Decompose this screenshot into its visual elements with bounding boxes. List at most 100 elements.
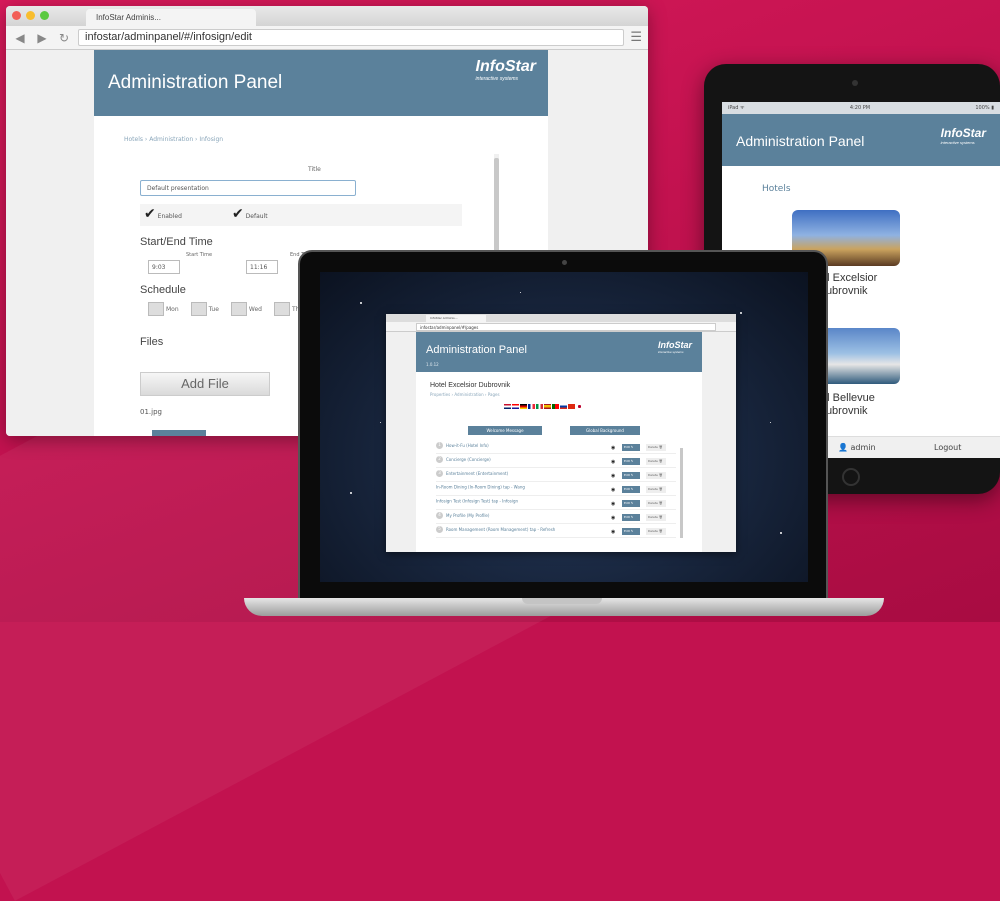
flag-jp-icon[interactable] — [576, 404, 583, 409]
default-label: Default — [245, 213, 268, 220]
day-checkbox[interactable] — [190, 302, 207, 316]
maximize-button[interactable] — [40, 11, 49, 20]
save-button[interactable] — [152, 430, 206, 436]
page-row[interactable]: 1 How-it-Fu (Hotel Info) ◉ Edit ✎ Delete … — [436, 442, 676, 454]
visibility-icon[interactable]: ◉ — [611, 501, 615, 507]
title-input[interactable]: Default presentation — [140, 180, 356, 196]
visibility-icon[interactable]: ◉ — [611, 459, 615, 465]
page-row[interactable]: 3 Entertainment (Entertainment) ◉ Edit ✎ … — [436, 470, 676, 482]
add-file-button[interactable]: Add File — [140, 372, 270, 396]
start-time-input[interactable]: 9:03 — [148, 260, 180, 274]
reload-icon[interactable]: ↻ — [56, 31, 72, 45]
browser-toolbar: ◀ ▶ ↻ infostar/adminpanel/#/infosign/edi… — [6, 26, 648, 50]
day-tue[interactable]: Tue — [190, 302, 219, 316]
enabled-label: Enabled — [157, 213, 182, 220]
day-mon[interactable]: Mon — [148, 302, 179, 316]
delete-button[interactable]: Delete 🗑 — [646, 444, 666, 451]
row-label[interactable]: Concierge (Concierge) — [446, 457, 491, 462]
flag-it-icon[interactable] — [536, 404, 543, 409]
files-heading: Files — [140, 336, 164, 348]
page-row[interactable]: 2 Concierge (Concierge) ◉ Edit ✎ Delete 🗑 — [436, 456, 676, 468]
visibility-icon[interactable]: ◉ — [611, 515, 615, 521]
flag-es-icon[interactable] — [544, 404, 551, 409]
delete-button[interactable]: Delete 🗑 — [646, 514, 666, 521]
page-title: Administration Panel — [108, 72, 283, 93]
close-button[interactable] — [12, 11, 21, 20]
back-arrow-icon[interactable]: ◀ — [12, 31, 28, 45]
browser-tab[interactable]: InfoStar Adminis... — [426, 315, 486, 322]
hotel-title: Hotel Excelsior Dubrovnik — [430, 382, 511, 389]
admin-link[interactable]: 👤 admin — [838, 443, 876, 452]
browser-tab[interactable]: InfoStar Adminis... — [86, 9, 256, 26]
row-label[interactable]: Room Management (Room Management) tap - … — [446, 527, 555, 532]
address-bar[interactable]: infostar/adminpanel/#/pages — [416, 323, 716, 331]
flag-fr-icon[interactable] — [528, 404, 535, 409]
address-bar[interactable]: infostar/adminpanel/#/infosign/edit — [78, 29, 625, 46]
breadcrumb[interactable]: Properties › Administration › Pages — [430, 392, 500, 397]
breadcrumb[interactable]: Hotels › Administration › Infosign — [124, 136, 223, 143]
status-battery: 100% ▮ — [975, 105, 994, 111]
row-label[interactable]: Entertainment (Entertainment) — [446, 471, 508, 476]
enabled-checkbox[interactable]: ✔ Enabled — [144, 206, 182, 222]
edit-button[interactable]: Edit ✎ — [622, 528, 640, 535]
laptop-screen: InfoStar Adminis... infostar/adminpanel/… — [320, 272, 808, 582]
end-time-input[interactable]: 11:16 — [246, 260, 278, 274]
day-checkbox[interactable] — [148, 302, 164, 316]
page-row[interactable]: Infosign Test (Infosign Test) tap - Info… — [436, 498, 676, 510]
scrollbar-thumb[interactable] — [494, 158, 499, 252]
edit-button[interactable]: Edit ✎ — [622, 444, 640, 451]
delete-button[interactable]: Delete 🗑 — [646, 458, 666, 465]
delete-button[interactable]: Delete 🗑 — [646, 472, 666, 479]
visibility-icon[interactable]: ◉ — [611, 487, 615, 493]
row-label[interactable]: In-Room Dining (In-Room Dining) tap - Wa… — [436, 485, 525, 490]
star — [780, 532, 782, 534]
edit-button[interactable]: Edit ✎ — [622, 458, 640, 465]
edit-button[interactable]: Edit ✎ — [622, 472, 640, 479]
menu-icon[interactable]: ☰ — [630, 30, 642, 45]
delete-button[interactable]: Delete 🗑 — [646, 486, 666, 493]
visibility-icon[interactable]: ◉ — [611, 529, 615, 535]
forward-arrow-icon[interactable]: ▶ — [34, 31, 50, 45]
edit-button[interactable]: Edit ✎ — [622, 486, 640, 493]
row-number: 1 — [436, 442, 443, 449]
day-wed[interactable]: Wed — [230, 302, 262, 316]
visibility-icon[interactable]: ◉ — [611, 473, 615, 479]
page-title: Administration Panel — [736, 133, 865, 149]
schedule-days: Mon Tue Wed Thu — [148, 302, 303, 316]
flag-uk-icon[interactable] — [504, 404, 511, 409]
scrollbar-thumb[interactable] — [680, 448, 683, 538]
edit-button[interactable]: Edit ✎ — [622, 514, 640, 521]
page-row[interactable]: 4 My Profile (My Profile) ◉ Edit ✎ Delete… — [436, 512, 676, 524]
visibility-icon[interactable]: ◉ — [611, 445, 615, 451]
laptop-device: InfoStar Adminis... infostar/adminpanel/… — [298, 250, 828, 600]
edit-button[interactable]: Edit ✎ — [622, 500, 640, 507]
flag-de-icon[interactable] — [520, 404, 527, 409]
page-row[interactable]: In-Room Dining (In-Room Dining) tap - Wa… — [436, 484, 676, 496]
global-background-button[interactable]: Global Background — [570, 426, 640, 435]
admin-header: Administration Panel InfoStar interactiv… — [94, 50, 548, 116]
star — [350, 492, 352, 494]
browser-titlebar: InfoStar Adminis... — [6, 6, 648, 26]
row-number: 3 — [436, 470, 443, 477]
row-label[interactable]: How-it-Fu (Hotel Info) — [446, 443, 489, 448]
row-label[interactable]: My Profile (My Profile) — [446, 513, 489, 518]
flag-ru-icon[interactable] — [560, 404, 567, 409]
status-carrier: iPad ᯤ — [728, 105, 745, 111]
flag-hr-icon[interactable] — [512, 404, 519, 409]
row-label[interactable]: Infosign Test (Infosign Test) tap - Info… — [436, 499, 518, 504]
day-checkbox[interactable] — [230, 302, 247, 316]
page-row[interactable]: 5 Room Management (Room Management) tap -… — [436, 526, 676, 538]
star — [380, 422, 381, 423]
flag-cn-icon[interactable] — [568, 404, 575, 409]
welcome-message-button[interactable]: Welcome Message — [468, 426, 542, 435]
page-title: Administration Panel — [426, 344, 527, 356]
day-checkbox[interactable] — [274, 302, 290, 316]
default-checkbox[interactable]: ✔ Default — [232, 206, 268, 222]
delete-button[interactable]: Delete 🗑 — [646, 528, 666, 535]
minimize-button[interactable] — [26, 11, 35, 20]
hotels-link[interactable]: Hotels — [762, 184, 791, 194]
delete-button[interactable]: Delete 🗑 — [646, 500, 666, 507]
home-button[interactable] — [842, 468, 860, 486]
logout-link[interactable]: Logout — [934, 443, 961, 452]
flag-pt-icon[interactable] — [552, 404, 559, 409]
